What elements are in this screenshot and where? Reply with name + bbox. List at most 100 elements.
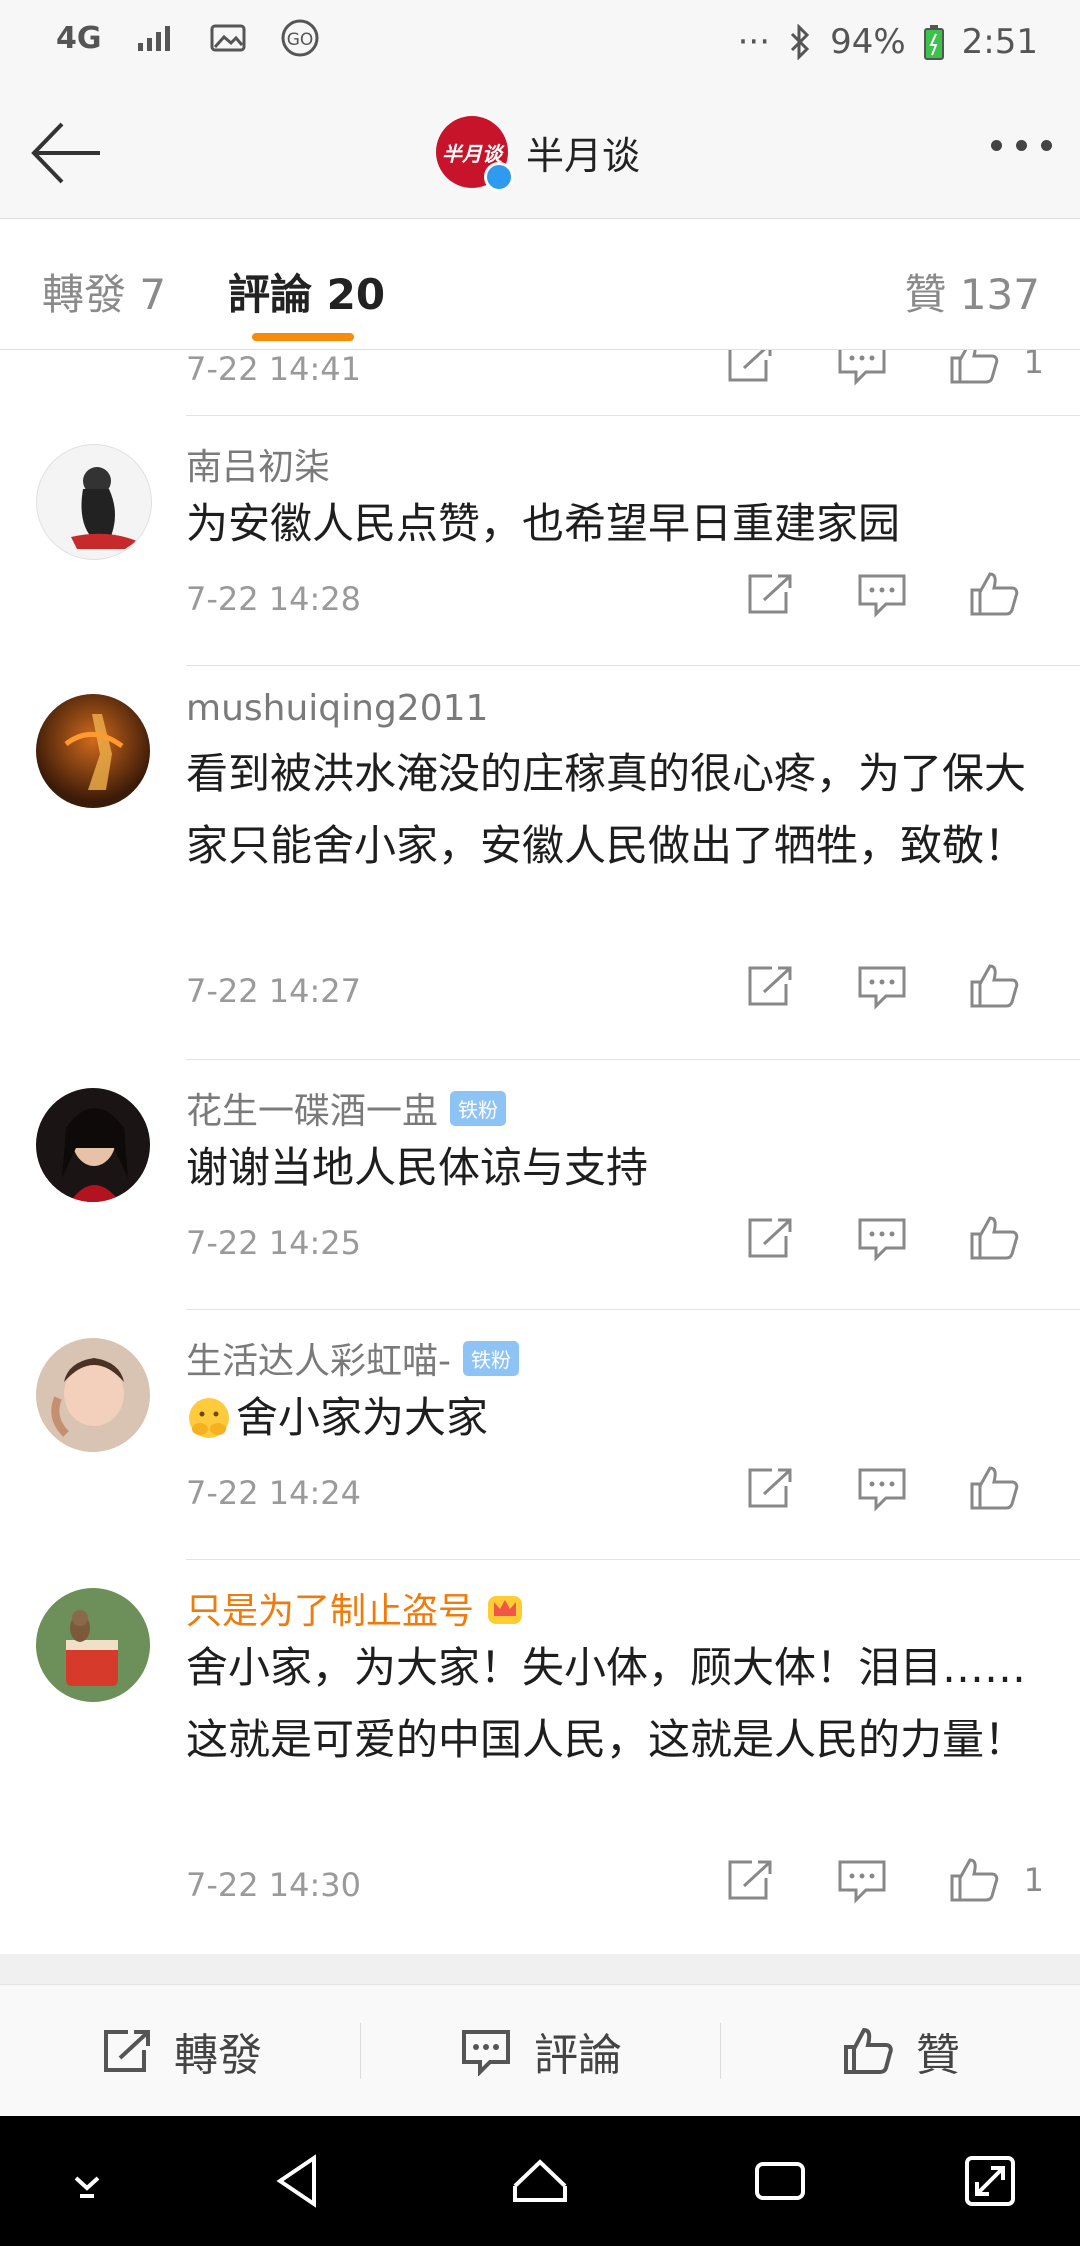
clock: 2:51 xyxy=(961,22,1038,62)
comment-icon[interactable] xyxy=(854,962,910,1010)
thumbs-up-icon[interactable] xyxy=(966,1214,1022,1262)
battery-percent: 94% xyxy=(830,22,906,62)
bottom-action-bar: 轉發 評論 贊 xyxy=(0,1984,1080,2117)
comment-actions: 1 xyxy=(722,1856,1044,1904)
comment-time: 7-22 14:28 xyxy=(186,580,362,618)
comment-time: 7-22 14:41 xyxy=(186,350,362,388)
more-options-icon[interactable] xyxy=(991,140,1052,151)
comment-icon[interactable] xyxy=(834,1856,890,1904)
tab-bar: 轉發 7 評論 20 贊 137 xyxy=(0,219,1080,350)
thumbs-up-icon[interactable] xyxy=(966,1464,1022,1512)
comment-label: 評論 xyxy=(534,2030,622,2081)
back-arrow-icon[interactable] xyxy=(28,118,104,188)
comment-body: 舍小家为大家 xyxy=(186,1382,1046,1454)
tab-repost[interactable]: 轉發 7 xyxy=(42,261,166,322)
repost-button[interactable]: 轉發 xyxy=(0,1985,360,2117)
avatar[interactable] xyxy=(36,694,150,808)
system-nav-bar xyxy=(0,2116,1080,2246)
account-logo: 半月谈 xyxy=(436,116,514,192)
signal-icon xyxy=(137,26,170,51)
tab-comment[interactable]: 評論 20 xyxy=(228,261,385,322)
comment-actions xyxy=(742,570,1044,618)
like-control[interactable] xyxy=(966,1464,1044,1512)
list-item: 只是为了制止盗号 舍小家，为大家！失小体，顾大体！泪目……这就是可爱的中国人民，… xyxy=(0,1560,1080,1954)
thumbs-up-icon[interactable] xyxy=(946,350,1002,386)
list-item: 7-22 14:41 1 xyxy=(0,350,1080,416)
image-icon xyxy=(210,24,245,52)
comment-icon xyxy=(462,2030,510,2076)
comment-actions xyxy=(742,1214,1044,1262)
hide-keyboard-icon[interactable] xyxy=(52,2146,122,2216)
comment-text: 看到被洪水淹没的庄稼真的很心疼，为了保大家只能舍小家，安徽人民做出了牺牲，致敬！ xyxy=(186,749,1027,870)
comment-actions: 1 xyxy=(722,350,1044,386)
status-bar: 4G GO ··· 94% 2:51 xyxy=(0,0,1080,90)
repost-icon[interactable] xyxy=(742,570,798,618)
comment-list: 7-22 14:41 1 南吕初柒 为安徽人民点赞，也希望早日重建家园 7-22… xyxy=(0,350,1080,1954)
comment-username[interactable]: 南吕初柒 xyxy=(186,438,330,490)
avatar[interactable] xyxy=(36,1088,150,1202)
like-control[interactable]: 1 xyxy=(946,1856,1044,1904)
list-item: 生活达人彩虹喵- 铁粉 舍小家为大家 7-22 14:24 xyxy=(0,1310,1080,1560)
tab-like[interactable]: 贊 137 xyxy=(904,261,1040,322)
comment-text: 舍小家，为大家！失小体，顾大体！泪目……这就是可爱的中国人民，这就是人民的力量！ xyxy=(186,1643,1027,1764)
like-control[interactable] xyxy=(966,570,1044,618)
comment-icon[interactable] xyxy=(854,1214,910,1262)
fan-badge: 铁粉 xyxy=(450,1090,507,1126)
network-type: 4G xyxy=(56,20,102,56)
repost-icon xyxy=(104,2030,150,2072)
repost-icon[interactable] xyxy=(742,1464,798,1512)
avatar[interactable] xyxy=(36,1588,150,1702)
list-item: 南吕初柒 为安徽人民点赞，也希望早日重建家园 7-22 14:28 xyxy=(0,416,1080,666)
comment-text: 舍小家为大家 xyxy=(236,1393,489,1442)
avatar[interactable] xyxy=(36,1338,150,1452)
repost-icon[interactable] xyxy=(742,962,798,1010)
section-gap xyxy=(0,1954,1080,1984)
fan-badge: 铁粉 xyxy=(463,1340,519,1376)
like-control[interactable]: 1 xyxy=(946,350,1044,386)
comment-username[interactable]: 花生一碟酒一盅 xyxy=(186,1082,438,1134)
thumbs-up-icon[interactable] xyxy=(966,570,1022,618)
comment-button[interactable]: 評論 xyxy=(360,1985,720,2117)
comment-time: 7-22 14:30 xyxy=(186,1866,362,1904)
home-icon[interactable] xyxy=(505,2146,575,2216)
covering-mouth-emoji-icon xyxy=(189,1398,229,1438)
comment-username[interactable]: 生活达人彩虹喵- xyxy=(186,1332,451,1384)
thumbs-up-icon[interactable] xyxy=(946,1856,1002,1904)
comment-icon[interactable] xyxy=(834,350,890,386)
vip-crown-icon xyxy=(488,1596,523,1624)
comment-text: 谢谢当地人民体谅与支持 xyxy=(186,1143,649,1192)
comment-username[interactable]: mushuiqing2011 xyxy=(186,688,488,729)
repost-icon[interactable] xyxy=(722,350,778,386)
dots-icon: ··· xyxy=(737,22,771,62)
thumbs-up-icon xyxy=(844,2027,893,2074)
go-icon: GO xyxy=(281,19,318,57)
expand-icon[interactable] xyxy=(955,2146,1025,2216)
like-control[interactable] xyxy=(966,1214,1044,1262)
like-count: 1 xyxy=(1023,350,1044,381)
comment-time: 7-22 14:25 xyxy=(186,1224,362,1262)
comment-actions xyxy=(742,1464,1044,1512)
comment-username[interactable]: 只是为了制止盗号 xyxy=(186,1582,474,1634)
repost-icon[interactable] xyxy=(722,1856,778,1904)
repost-icon[interactable] xyxy=(742,1214,798,1262)
thumbs-up-icon[interactable] xyxy=(966,962,1022,1010)
comment-text: 为安徽人民点赞，也希望早日重建家园 xyxy=(186,499,901,548)
like-control[interactable] xyxy=(966,962,1044,1010)
comment-time: 7-22 14:27 xyxy=(186,972,362,1010)
verified-icon xyxy=(484,162,514,192)
account-header[interactable]: 半月谈 半月谈 xyxy=(436,116,640,192)
like-button[interactable]: 贊 xyxy=(720,1985,1080,2117)
app-header: 半月谈 半月谈 xyxy=(0,90,1080,219)
comment-icon[interactable] xyxy=(854,1464,910,1512)
like-count: 1 xyxy=(1023,1861,1044,1899)
avatar[interactable] xyxy=(36,444,152,560)
comment-icon[interactable] xyxy=(854,570,910,618)
back-icon[interactable] xyxy=(264,2146,334,2216)
recents-icon[interactable] xyxy=(745,2146,815,2216)
comment-actions xyxy=(742,962,1044,1010)
like-label: 贊 xyxy=(916,2030,960,2081)
svg-text:GO: GO xyxy=(286,30,313,50)
bluetooth-icon xyxy=(791,24,810,60)
active-tab-indicator xyxy=(252,333,354,341)
status-right: ··· 94% 2:51 xyxy=(738,22,1038,62)
